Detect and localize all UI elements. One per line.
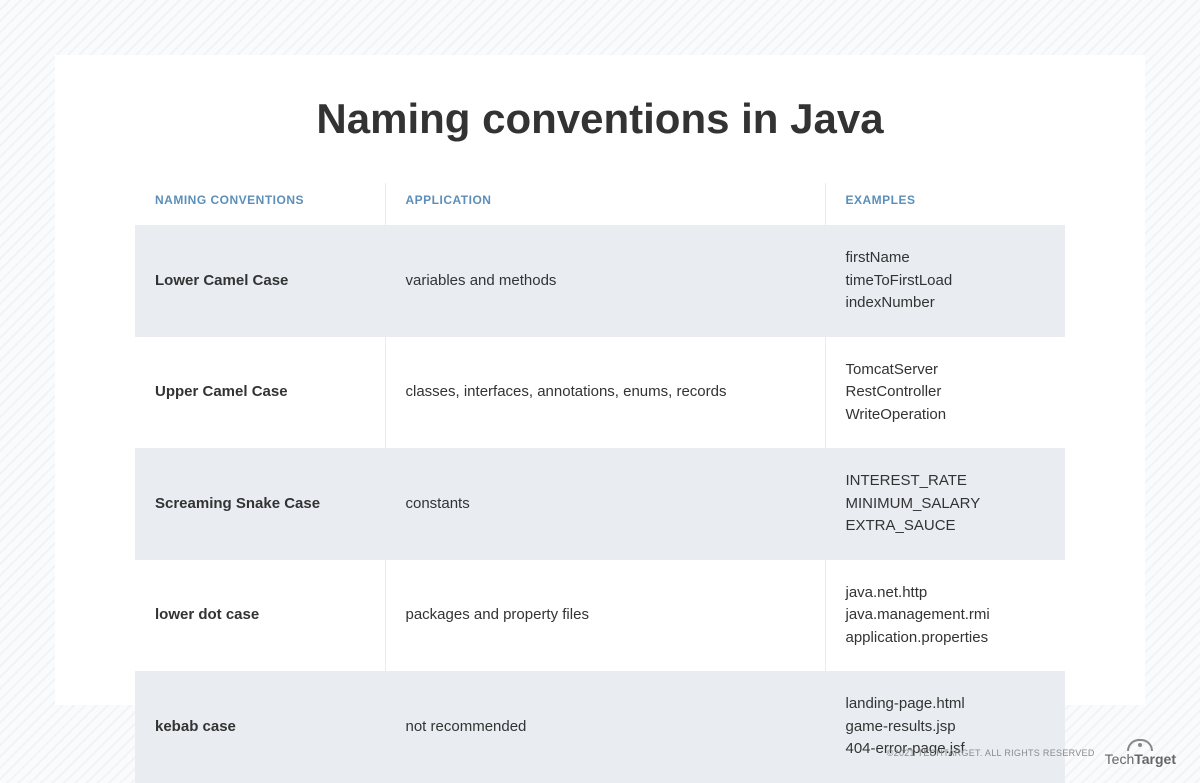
example-item: landing-page.html xyxy=(846,693,1046,716)
example-item: java.net.http xyxy=(846,582,1046,605)
example-item: MINIMUM_SALARY xyxy=(846,493,1046,516)
cell-examples: firstName timeToFirstLoad indexNumber xyxy=(825,225,1065,337)
logo-prefix: Tech xyxy=(1105,751,1135,767)
cell-application: not recommended xyxy=(385,671,825,783)
example-item: application.properties xyxy=(846,627,1046,650)
table-row: lower dot case packages and property fil… xyxy=(135,560,1065,672)
cell-name: Screaming Snake Case xyxy=(135,448,385,560)
table-header-row: Naming Conventions Application Examples xyxy=(135,183,1065,225)
cell-application: classes, interfaces, annotations, enums,… xyxy=(385,337,825,449)
example-item: indexNumber xyxy=(846,292,1046,315)
table-row: Screaming Snake Case constants INTEREST_… xyxy=(135,448,1065,560)
eye-icon xyxy=(1127,739,1153,751)
conventions-table: Naming Conventions Application Examples … xyxy=(135,183,1065,783)
example-item: TomcatServer xyxy=(846,359,1046,382)
example-item: firstName xyxy=(846,247,1046,270)
example-item: java.management.rmi xyxy=(846,604,1046,627)
example-item: RestController xyxy=(846,381,1046,404)
table-body: Lower Camel Case variables and methods f… xyxy=(135,225,1065,783)
techtarget-logo: TechTarget xyxy=(1105,739,1176,766)
table-row: Upper Camel Case classes, interfaces, an… xyxy=(135,337,1065,449)
example-item: EXTRA_SAUCE xyxy=(846,515,1046,538)
cell-examples: TomcatServer RestController WriteOperati… xyxy=(825,337,1065,449)
table-row: Lower Camel Case variables and methods f… xyxy=(135,225,1065,337)
example-item: WriteOperation xyxy=(846,404,1046,427)
cell-examples: INTEREST_RATE MINIMUM_SALARY EXTRA_SAUCE xyxy=(825,448,1065,560)
logo-text: TechTarget xyxy=(1105,752,1176,766)
content-card: Naming conventions in Java Naming Conven… xyxy=(55,55,1145,705)
header-examples: Examples xyxy=(825,183,1065,225)
cell-name: lower dot case xyxy=(135,560,385,672)
header-naming-conventions: Naming Conventions xyxy=(135,183,385,225)
page-title: Naming conventions in Java xyxy=(55,95,1145,143)
cell-name: Upper Camel Case xyxy=(135,337,385,449)
copyright-text: ©2021 TECHTARGET. ALL RIGHTS RESERVED xyxy=(887,748,1095,758)
cell-application: constants xyxy=(385,448,825,560)
cell-name: Lower Camel Case xyxy=(135,225,385,337)
cell-name: kebab case xyxy=(135,671,385,783)
header-application: Application xyxy=(385,183,825,225)
cell-examples: java.net.http java.management.rmi applic… xyxy=(825,560,1065,672)
footer: ©2021 TECHTARGET. ALL RIGHTS RESERVED Te… xyxy=(887,739,1176,766)
cell-application: variables and methods xyxy=(385,225,825,337)
example-item: INTEREST_RATE xyxy=(846,470,1046,493)
cell-application: packages and property files xyxy=(385,560,825,672)
logo-suffix: Target xyxy=(1134,751,1176,767)
example-item: game-results.jsp xyxy=(846,716,1046,739)
example-item: timeToFirstLoad xyxy=(846,270,1046,293)
